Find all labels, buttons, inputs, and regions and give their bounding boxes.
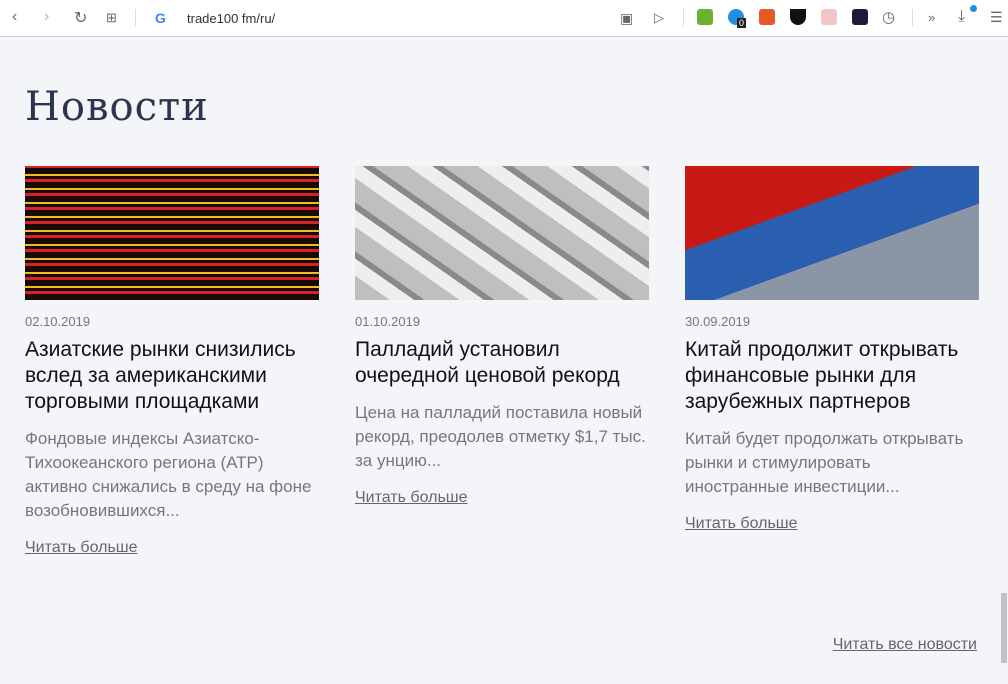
news-title[interactable]: Китай продолжит открывать финансовые рын… xyxy=(685,337,979,415)
divider xyxy=(683,9,684,27)
news-title[interactable]: Азиатские рынки снизились вслед за амери… xyxy=(25,337,319,415)
menu-icon[interactable]: ☰ xyxy=(990,9,1003,26)
news-card: 30.09.2019 Китай продолжит открывать фин… xyxy=(685,166,979,533)
cube-extension-icon[interactable] xyxy=(821,9,837,25)
google-icon: G xyxy=(155,10,166,26)
news-desc: Фондовые индексы Азиатско-Тихоокеанского… xyxy=(25,429,312,520)
forward-icon[interactable]: › xyxy=(44,8,49,26)
notification-dot xyxy=(970,5,977,12)
stock-board-image[interactable] xyxy=(25,166,319,300)
news-desc: Цена на палладий поставила новый рекорд,… xyxy=(355,403,646,470)
read-more-link[interactable]: Читать больше xyxy=(25,539,138,557)
browser-toolbar: ‹ › ↻ ⊞ G trade100 fm/ru/ ▣ ▷ 0 ◷ » ⤓ ☰ xyxy=(0,0,1008,37)
china-flag-image[interactable] xyxy=(685,166,979,300)
news-desc: Китай будет продолжать открывать рынки и… xyxy=(685,429,964,496)
scrollbar-thumb[interactable] xyxy=(1001,593,1007,663)
send-icon[interactable]: ▷ xyxy=(654,10,664,26)
scrollbar[interactable] xyxy=(1000,38,1008,684)
divider xyxy=(135,9,136,27)
notes-extension-icon[interactable] xyxy=(759,9,775,25)
tabs-grid-icon[interactable]: ⊞ xyxy=(106,10,117,26)
news-date: 02.10.2019 xyxy=(25,314,91,329)
download-extension-icon[interactable] xyxy=(697,9,713,25)
shield-extension-icon[interactable] xyxy=(790,9,806,25)
back-icon[interactable]: ‹ xyxy=(12,8,17,26)
download-icon[interactable]: ⤓ xyxy=(958,8,965,26)
read-more-link[interactable]: Читать больше xyxy=(355,489,468,507)
camera-icon[interactable]: ▣ xyxy=(620,10,633,27)
news-card: 01.10.2019 Палладий установил очередной … xyxy=(355,166,649,507)
timer-extension-icon[interactable]: ◷ xyxy=(882,8,895,26)
reload-icon[interactable]: ↻ xyxy=(74,8,87,28)
divider xyxy=(912,9,913,27)
news-date: 01.10.2019 xyxy=(355,314,421,329)
app-extension-icon[interactable] xyxy=(852,9,868,25)
all-news-link[interactable]: Читать все новости xyxy=(833,636,977,654)
extension-badge: 0 xyxy=(737,18,747,28)
palladium-bars-image[interactable] xyxy=(355,166,649,300)
news-date: 30.09.2019 xyxy=(685,314,751,329)
news-card: 02.10.2019 Азиатские рынки снизились всл… xyxy=(25,166,319,557)
more-extensions-icon[interactable]: » xyxy=(928,10,935,25)
address-bar[interactable]: trade100 fm/ru/ xyxy=(187,11,275,26)
read-more-link[interactable]: Читать больше xyxy=(685,515,798,533)
news-title[interactable]: Палладий установил очередной ценовой рек… xyxy=(355,337,649,389)
page-title: Новости xyxy=(25,84,209,130)
